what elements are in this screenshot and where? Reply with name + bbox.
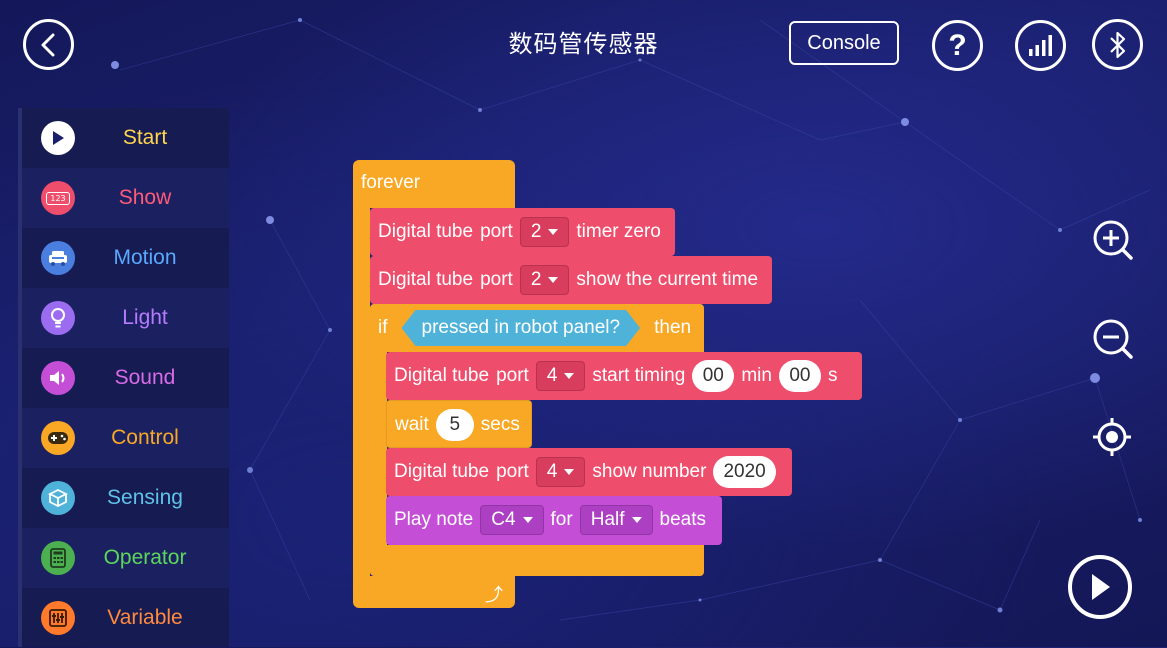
- seconds-input[interactable]: 00: [778, 360, 821, 392]
- minutes-input[interactable]: 00: [692, 360, 735, 392]
- gamepad-icon: [41, 421, 75, 455]
- digital-tube-show-time-block[interactable]: Digital tube port 2 show the current tim…: [370, 256, 772, 304]
- block-text: beats: [659, 509, 706, 530]
- block-text: start timing: [592, 365, 686, 386]
- loop-arrow-icon: ⤴: [485, 585, 503, 606]
- category-label: Start: [122, 126, 168, 149]
- if-then-block[interactable]: if pressed in robot panel? then: [370, 304, 704, 352]
- block-text: min: [741, 365, 772, 386]
- category-variable[interactable]: Variable: [22, 588, 229, 648]
- then-label: then: [654, 317, 692, 338]
- port-value: 2: [530, 221, 542, 242]
- if-label: if: [378, 317, 388, 338]
- block-text: s: [827, 365, 838, 386]
- help-button[interactable]: ?: [932, 20, 983, 71]
- bulb-icon: [41, 301, 75, 335]
- play-icon: [1092, 574, 1110, 600]
- block-text: Digital tube: [394, 461, 490, 482]
- page-title: 数码管传感器: [508, 30, 659, 58]
- console-button[interactable]: Console: [789, 21, 899, 65]
- forever-block-bottom[interactable]: ⤴: [353, 576, 515, 608]
- block-text: Digital tube: [378, 221, 474, 242]
- wait-block[interactable]: wait 5 secs: [386, 400, 532, 448]
- sliders-icon: [41, 601, 75, 635]
- category-motion[interactable]: Motion: [22, 228, 229, 288]
- category-operator[interactable]: Operator: [22, 528, 229, 588]
- zoom-out-icon[interactable]: [1092, 318, 1134, 360]
- digital-tube-start-timing-block[interactable]: Digital tube port 4 start timing 00 min …: [386, 352, 862, 400]
- port-dropdown[interactable]: 4: [535, 361, 586, 391]
- port-value: 4: [546, 461, 558, 482]
- forever-label: forever: [361, 172, 421, 193]
- block-text: Play note: [394, 509, 474, 530]
- category-label: Motion: [113, 246, 177, 269]
- category-start[interactable]: Start: [22, 108, 229, 168]
- port-value: 4: [546, 365, 558, 386]
- bluetooth-icon: [1109, 31, 1125, 58]
- category-label: Operator: [103, 546, 187, 569]
- note-value: C4: [491, 509, 516, 530]
- block-text: port: [496, 365, 529, 386]
- port-dropdown[interactable]: 2: [519, 265, 570, 295]
- category-label: Control: [111, 426, 179, 449]
- zoom-in-icon[interactable]: [1092, 219, 1134, 261]
- block-text: port: [496, 461, 529, 482]
- beat-dropdown[interactable]: Half: [579, 505, 653, 535]
- wait-seconds-input[interactable]: 5: [435, 409, 474, 441]
- signal-bars-icon: [1028, 34, 1052, 56]
- block-text: Digital tube: [378, 269, 474, 290]
- dropdown-arrow-icon: [548, 277, 559, 283]
- calculator-icon: [41, 541, 75, 575]
- cube-icon: [41, 481, 75, 515]
- port-dropdown[interactable]: 4: [535, 457, 586, 487]
- category-label: Variable: [107, 606, 183, 629]
- block-text: timer zero: [576, 221, 661, 242]
- category-light[interactable]: Light: [22, 288, 229, 348]
- question-mark-icon: ?: [948, 28, 967, 62]
- block-text: Digital tube: [394, 365, 490, 386]
- dropdown-arrow-icon: [631, 517, 642, 523]
- category-control[interactable]: Control: [22, 408, 229, 468]
- target-icon[interactable]: [1091, 416, 1133, 458]
- forever-block[interactable]: forever: [353, 160, 515, 208]
- port-dropdown[interactable]: 2: [519, 217, 570, 247]
- category-sensing[interactable]: Sensing: [22, 468, 229, 528]
- category-sidebar: Start 123 Show Motion Light Sound Contro…: [18, 108, 229, 647]
- block-text: for: [550, 509, 573, 530]
- category-label: Light: [122, 306, 168, 329]
- category-sound[interactable]: Sound: [22, 348, 229, 408]
- number-input[interactable]: 2020: [713, 456, 776, 488]
- play-icon: [41, 121, 75, 155]
- dropdown-arrow-icon: [522, 517, 533, 523]
- digital-tube-show-number-block[interactable]: Digital tube port 4 show number 2020: [386, 448, 792, 496]
- block-text: show the current time: [576, 269, 759, 290]
- category-label: Show: [118, 186, 172, 209]
- category-show[interactable]: 123 Show: [22, 168, 229, 228]
- digital-tube-timer-zero-block[interactable]: Digital tube port 2 timer zero: [370, 208, 675, 256]
- bluetooth-button[interactable]: [1092, 19, 1143, 70]
- port-value: 2: [530, 269, 542, 290]
- signal-button[interactable]: [1015, 20, 1066, 71]
- block-text: wait: [395, 414, 429, 435]
- dropdown-arrow-icon: [564, 373, 575, 379]
- category-label: Sensing: [107, 486, 183, 509]
- dropdown-arrow-icon: [564, 469, 575, 475]
- block-text: secs: [480, 414, 520, 435]
- block-text: port: [480, 269, 513, 290]
- category-label: Sound: [114, 366, 176, 389]
- if-block-arm: [370, 350, 387, 550]
- condition-block[interactable]: pressed in robot panel?: [402, 310, 641, 346]
- if-block-bottom: [370, 545, 704, 576]
- beat-value: Half: [590, 509, 625, 530]
- block-text: show number: [592, 461, 707, 482]
- forever-block-arm: [353, 200, 370, 580]
- speaker-icon: [41, 361, 75, 395]
- block-text: port: [480, 221, 513, 242]
- run-button[interactable]: [1068, 555, 1132, 619]
- play-note-block[interactable]: Play note C4 for Half beats: [386, 496, 722, 545]
- car-icon: [41, 241, 75, 275]
- dropdown-arrow-icon: [548, 229, 559, 235]
- note-dropdown[interactable]: C4: [480, 505, 544, 535]
- display-123-icon: 123: [41, 181, 75, 215]
